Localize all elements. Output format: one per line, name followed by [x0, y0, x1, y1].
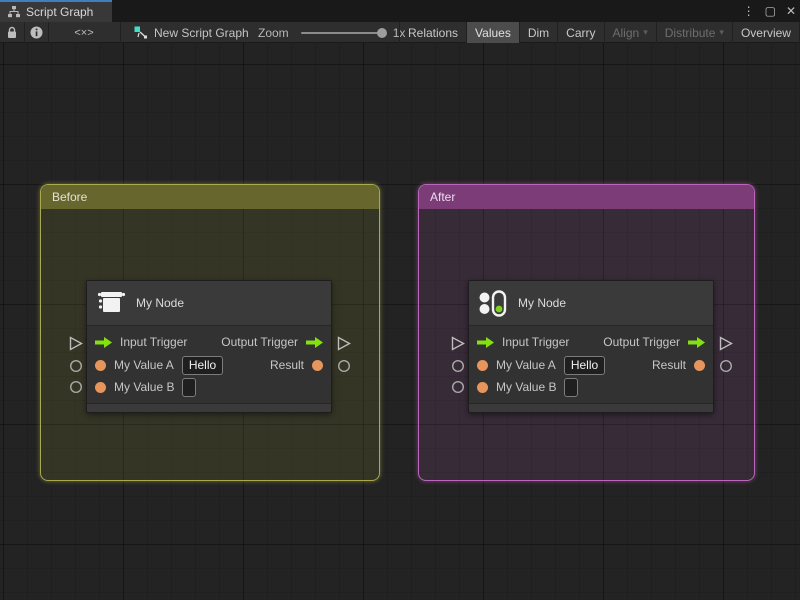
- distribute-dropdown[interactable]: Distribute ▾: [655, 22, 732, 43]
- zoom-slider-handle[interactable]: [376, 27, 387, 38]
- view-buttons: Relations Values Dim Carry Align ▾ Distr…: [399, 22, 800, 43]
- port-row-value-a: My Value A Hello Result: [469, 354, 713, 376]
- lock-button[interactable]: [0, 22, 24, 43]
- close-icon[interactable]: ✕: [786, 0, 796, 22]
- external-value-port-icon[interactable]: [69, 380, 83, 394]
- external-value-port-icon[interactable]: [337, 359, 351, 373]
- group-title: Before: [52, 190, 88, 204]
- tab-script-graph[interactable]: Script Graph: [0, 0, 112, 22]
- port-label-value-a: My Value A: [114, 358, 174, 372]
- port-row-value-a: My Value A Hello Result: [87, 354, 331, 376]
- code-preview-button[interactable]: <×>: [48, 22, 120, 43]
- node-footer: [469, 403, 713, 412]
- graph-name-label: New Script Graph: [154, 25, 249, 40]
- port-row-trigger: Input Trigger Output Trigger: [469, 330, 713, 354]
- node-title: My Node: [136, 296, 185, 310]
- info-button[interactable]: [24, 22, 48, 43]
- port-label-result: Result: [269, 358, 304, 372]
- custom-toggle-icon: [479, 290, 507, 317]
- external-trigger-port-icon[interactable]: [69, 336, 83, 351]
- trigger-arrow-icon[interactable]: [95, 336, 112, 348]
- value-a-input[interactable]: Hello: [563, 355, 606, 375]
- data-port-icon[interactable]: [312, 359, 323, 371]
- graph-canvas[interactable]: Before After My Node Input Trigger Outpu…: [0, 43, 800, 600]
- port-label-value-b: My Value B: [114, 380, 175, 394]
- zoom-label: Zoom: [258, 25, 289, 40]
- tab-bar: Script Graph ⋮ ▢ ✕: [0, 0, 800, 22]
- data-port-icon[interactable]: [95, 381, 106, 393]
- port-row-value-b: My Value B: [87, 376, 331, 398]
- node-header[interactable]: My Node: [469, 281, 713, 326]
- port-label-input-trigger: Input Trigger: [120, 335, 188, 349]
- node-title: My Node: [518, 296, 567, 310]
- port-label-value-a: My Value A: [496, 358, 556, 372]
- graph-hierarchy-icon: [8, 6, 20, 18]
- toolbar-separator: [120, 22, 121, 43]
- code-icon: <×>: [74, 26, 94, 39]
- window-controls: ⋮ ▢ ✕: [743, 0, 796, 22]
- graph-name-field[interactable]: New Script Graph: [134, 22, 249, 43]
- value-a-input[interactable]: Hello: [181, 355, 224, 375]
- trigger-arrow-icon[interactable]: [477, 336, 494, 348]
- port-row-trigger: Input Trigger Output Trigger: [87, 330, 331, 354]
- trigger-arrow-icon[interactable]: [306, 336, 323, 348]
- default-unit-icon: [97, 292, 126, 312]
- port-label-input-trigger: Input Trigger: [502, 335, 570, 349]
- external-value-port-icon[interactable]: [451, 380, 465, 394]
- overview-button[interactable]: Overview: [731, 22, 799, 43]
- node-header[interactable]: My Node: [87, 281, 331, 326]
- node-my-node-before[interactable]: My Node Input Trigger Output Trigger My …: [86, 280, 332, 413]
- group-before-header[interactable]: Before: [41, 185, 379, 209]
- trigger-arrow-icon[interactable]: [688, 336, 705, 348]
- value-b-input[interactable]: [182, 377, 197, 397]
- port-label-value-b: My Value B: [496, 380, 557, 394]
- external-trigger-port-icon[interactable]: [719, 336, 733, 351]
- data-port-icon[interactable]: [95, 359, 106, 371]
- values-button[interactable]: Values: [466, 22, 519, 43]
- group-after-header[interactable]: After: [419, 185, 754, 209]
- node-body: Input Trigger Output Trigger My Value A …: [469, 326, 713, 403]
- port-row-value-b: My Value B: [469, 376, 713, 398]
- align-dropdown[interactable]: Align ▾: [603, 22, 656, 43]
- chevron-down-icon: ▾: [719, 27, 724, 37]
- external-value-port-icon[interactable]: [69, 359, 83, 373]
- external-trigger-port-icon[interactable]: [337, 336, 351, 351]
- carry-button[interactable]: Carry: [557, 22, 603, 43]
- chevron-down-icon: ▾: [643, 27, 648, 37]
- port-label-output-trigger: Output Trigger: [603, 335, 680, 349]
- kebab-menu-icon[interactable]: ⋮: [743, 0, 755, 22]
- new-script-graph-icon: [134, 26, 147, 38]
- lock-icon: [8, 26, 16, 38]
- external-trigger-port-icon[interactable]: [451, 336, 465, 351]
- value-b-input[interactable]: [564, 377, 579, 397]
- info-icon: [30, 26, 42, 39]
- dim-button[interactable]: Dim: [518, 22, 557, 43]
- zoom-control: Zoom 1x: [258, 22, 405, 43]
- tab-label: Script Graph: [26, 5, 94, 19]
- node-body: Input Trigger Output Trigger My Value A …: [87, 326, 331, 403]
- data-port-icon[interactable]: [477, 381, 488, 393]
- external-value-port-icon[interactable]: [451, 359, 465, 373]
- external-value-port-icon[interactable]: [719, 359, 733, 373]
- maximize-icon[interactable]: ▢: [765, 0, 776, 22]
- graph-toolbar: <×> New Script Graph Zoom 1x Relations V…: [0, 22, 800, 43]
- port-label-result: Result: [651, 358, 686, 372]
- zoom-slider[interactable]: [300, 27, 387, 38]
- data-port-icon[interactable]: [694, 359, 705, 371]
- node-footer: [87, 403, 331, 412]
- node-my-node-after[interactable]: My Node Input Trigger Output Trigger My …: [468, 280, 714, 413]
- relations-button[interactable]: Relations: [399, 22, 466, 43]
- data-port-icon[interactable]: [477, 359, 488, 371]
- port-label-output-trigger: Output Trigger: [221, 335, 298, 349]
- group-title: After: [430, 190, 456, 204]
